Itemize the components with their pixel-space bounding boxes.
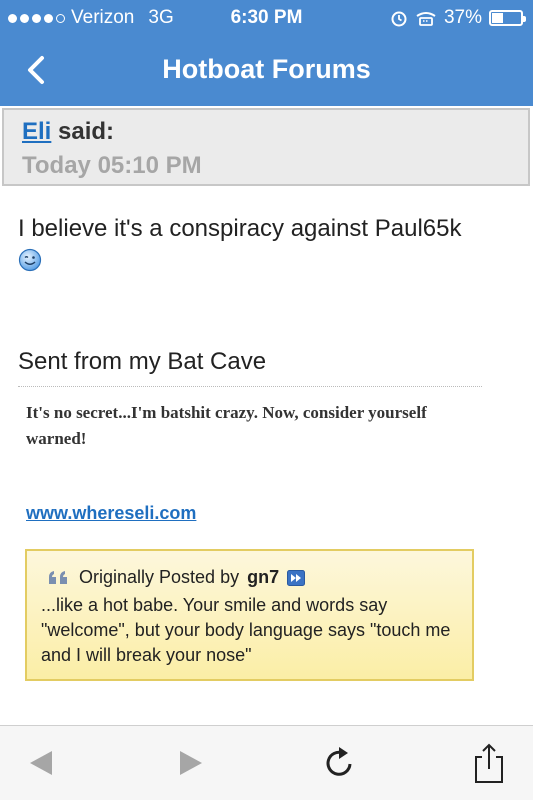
forward-arrow-icon[interactable] bbox=[166, 738, 216, 788]
sent-from-text: Sent from my Bat Cave bbox=[18, 348, 267, 375]
post-message-text: I believe it's a conspiracy against Paul… bbox=[18, 215, 462, 242]
signature-divider bbox=[18, 386, 482, 387]
signature-text: It's no secret...I'm batshit crazy. Now,… bbox=[26, 403, 427, 448]
view-post-icon[interactable] bbox=[287, 569, 306, 586]
post-message: I believe it's a conspiracy against Paul… bbox=[18, 214, 518, 274]
quote-box: Originally Posted by gn7 ...like a hot b… bbox=[25, 549, 474, 681]
alarm-icon bbox=[391, 11, 407, 27]
reload-icon[interactable] bbox=[315, 738, 365, 788]
signature-link[interactable]: www.whereseli.com bbox=[26, 503, 196, 524]
bottom-toolbar bbox=[0, 725, 533, 800]
top-bar: Verizon 3G 6:30 PM 37% Hotboat Forums bbox=[0, 0, 533, 106]
said-label: said: bbox=[51, 118, 115, 145]
navigation-bar: Hotboat Forums bbox=[0, 36, 533, 106]
wink-smiley-icon bbox=[18, 248, 42, 271]
share-icon[interactable] bbox=[464, 738, 514, 788]
page-title: Hotboat Forums bbox=[162, 54, 371, 84]
back-arrow-icon[interactable] bbox=[16, 738, 66, 788]
quote-text: ...like a hot babe. Your smile and words… bbox=[41, 595, 451, 665]
battery-fill bbox=[492, 13, 504, 23]
status-right: 37% bbox=[390, 7, 526, 29]
post-header: Eli said: Today 05:10 PM bbox=[2, 108, 530, 186]
quote-marks-icon bbox=[49, 570, 67, 584]
battery-percent: 37% bbox=[443, 7, 482, 28]
status-bar: Verizon 3G 6:30 PM 37% bbox=[0, 0, 533, 36]
call-forwarding-icon bbox=[416, 12, 436, 26]
quote-author: gn7 bbox=[247, 567, 280, 587]
quote-header: Originally Posted by gn7 bbox=[47, 567, 306, 588]
quote-prefix: Originally Posted by bbox=[79, 567, 240, 587]
battery-icon bbox=[489, 10, 526, 26]
post-timestamp: Today 05:10 PM bbox=[22, 152, 202, 179]
author-link[interactable]: Eli bbox=[22, 118, 51, 145]
post-author-line: Eli said: bbox=[22, 118, 114, 146]
